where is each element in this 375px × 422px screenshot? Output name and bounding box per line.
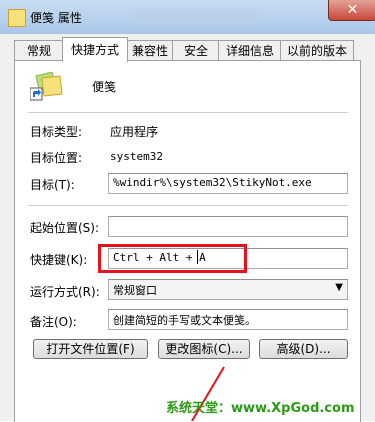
open-file-location-button[interactable]: 打开文件位置(F) (33, 339, 148, 359)
highlight-box (98, 244, 247, 273)
tab-details[interactable]: 详细信息 (218, 40, 282, 61)
watermark-text: 系统天堂：www.XpGod.com (166, 401, 355, 416)
change-icon-button[interactable]: 更改图标(C)... (158, 339, 250, 359)
target-label: 目标(T): (30, 178, 75, 192)
start-in-field[interactable] (108, 216, 348, 237)
run-select-value: 常规窗口 (113, 284, 157, 297)
sticky-notes-shortcut-icon (30, 72, 63, 101)
target-type-value: 应用程序 (110, 125, 159, 139)
target-field[interactable]: %windir%\system32\StikyNot.exe (108, 173, 348, 194)
app-name: 便笺 (92, 80, 117, 94)
comment-field[interactable]: 创建简短的手写或文本便笺。 (108, 309, 348, 330)
target-location-label: 目标位置: (30, 151, 83, 165)
run-label: 运行方式(R): (30, 285, 100, 299)
target-type-label: 目标类型: (30, 125, 83, 139)
tab-security[interactable]: 安全 (172, 40, 220, 61)
target-location-value: system32 (110, 150, 163, 163)
window-left-border (0, 34, 14, 421)
run-select[interactable]: 常规窗口 ▼ (108, 279, 348, 300)
sticky-note-icon (8, 9, 26, 27)
shortcut-key-label: 快捷键(K): (30, 253, 88, 267)
divider-top (28, 112, 348, 113)
chevron-down-icon: ▼ (335, 282, 343, 293)
advanced-button[interactable]: 高级(D)... (259, 339, 348, 359)
tab-compatibility[interactable]: 兼容性 (126, 40, 174, 61)
start-in-label: 起始位置(S): (30, 221, 100, 235)
close-button[interactable]: ✕ (328, 0, 375, 21)
comment-label: 备注(O): (30, 315, 77, 329)
tab-previous-versions[interactable]: 以前的版本 (280, 40, 354, 61)
tab-general[interactable]: 常规 (14, 40, 64, 61)
shortcut-panel (14, 60, 361, 422)
tab-shortcut[interactable]: 快捷方式 (62, 37, 128, 62)
blurred-title-area (137, 9, 257, 23)
window-right-border (360, 34, 375, 421)
divider-middle (28, 205, 348, 206)
window-title: 便笺 属性 (30, 11, 82, 25)
